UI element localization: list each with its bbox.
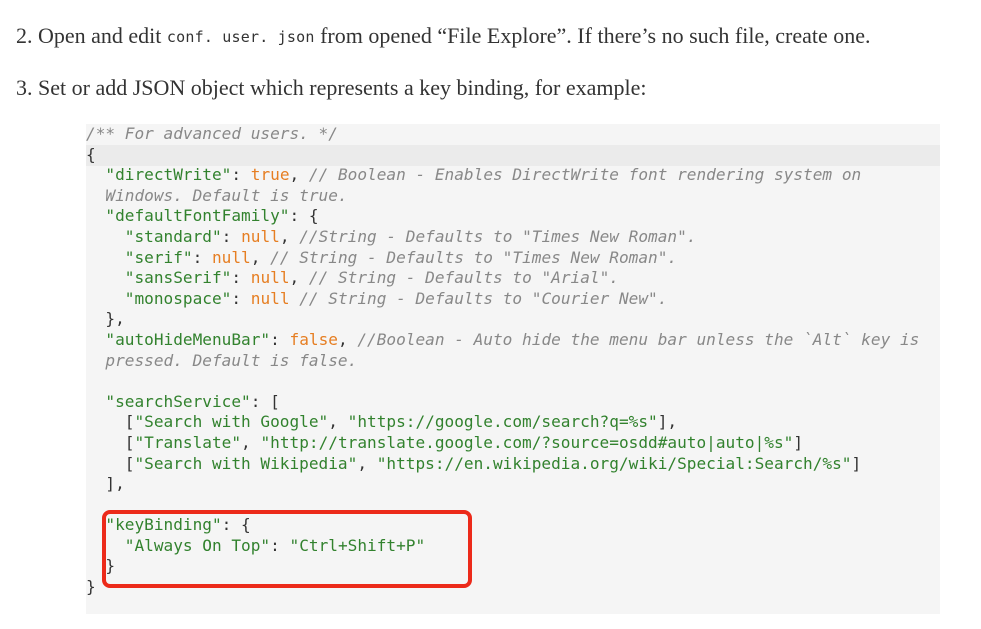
code-token: ]	[793, 432, 804, 452]
code-line: "serif": null, // String - Defaults to "…	[86, 248, 919, 269]
code-token: pressed. Default is false.	[86, 350, 358, 370]
step-2-prefix: 2. Open and edit	[16, 23, 167, 48]
code-token: // Boolean - Enables DirectWrite font re…	[308, 165, 862, 185]
code-token: /** For advanced users. */	[86, 124, 338, 143]
code-token: "https://google.com/search?q=%s"	[347, 412, 658, 432]
code-token: false	[289, 329, 338, 349]
code-token: : {	[289, 206, 319, 226]
config-filename: conf. user. json	[166, 28, 315, 46]
code-token: ]	[851, 453, 862, 473]
code-line: ​	[86, 371, 919, 392]
code-line: "monospace": null // String - Defaults t…	[86, 289, 919, 310]
code-token: {	[86, 144, 96, 164]
code-token: [	[86, 432, 135, 452]
code-token: :	[231, 268, 251, 288]
code-token: ],	[86, 474, 125, 494]
code-token: // String - Defaults to "Times New Roman…	[270, 247, 678, 267]
keybinding-highlight-box	[102, 510, 472, 588]
code-line: pressed. Default is false.	[86, 351, 919, 372]
code-token: ,	[241, 432, 261, 452]
code-token: "sansSerif"	[124, 268, 232, 288]
code-token: "defaultFontFamily"	[105, 206, 290, 226]
code-token: ,	[357, 453, 377, 473]
step-2-suffix: from opened “File Explore”. If there’s n…	[314, 23, 871, 48]
code-token: :	[270, 329, 290, 349]
code-line: },	[86, 309, 919, 330]
code-token: :	[231, 288, 251, 308]
code-line: ["Search with Wikipedia", "https://en.wi…	[86, 454, 919, 475]
code-line: "autoHideMenuBar": false, //Boolean - Au…	[86, 330, 919, 351]
code-token: [	[86, 412, 135, 432]
code-line: "searchService": [	[86, 392, 919, 413]
code-token: [	[86, 453, 135, 473]
code-token: },	[86, 309, 125, 329]
code-token: true	[250, 165, 290, 185]
code-token: :	[221, 226, 242, 246]
code-line: "standard": null, //String - Defaults to…	[86, 227, 919, 248]
code-token: "https://en.wikipedia.org/wiki/Special:S…	[376, 453, 852, 473]
code-token: "Translate"	[134, 432, 242, 452]
code-token: "Search with Google"	[134, 412, 329, 432]
code-token: Windows. Default is true.	[86, 185, 348, 205]
code-token: ,	[337, 329, 358, 349]
step-3-instruction: 3. Set or add JSON object which represen…	[16, 74, 647, 102]
code-line: "sansSerif": null, // String - Defaults …	[86, 268, 919, 289]
code-token: "serif"	[124, 247, 193, 267]
code-line: ["Translate", "http://translate.google.c…	[86, 433, 919, 454]
code-token: ],	[657, 412, 678, 432]
code-token: ,	[328, 412, 348, 432]
code-token: ,	[289, 165, 309, 185]
code-token: null	[211, 247, 251, 267]
code-token: "searchService"	[105, 391, 251, 411]
code-token: "monospace"	[124, 288, 232, 308]
code-token: ,	[250, 247, 271, 267]
code-token: "http://translate.google.com/?source=osd…	[260, 432, 794, 452]
code-token: "Search with Wikipedia"	[134, 453, 358, 473]
code-token: ,	[279, 226, 300, 246]
code-line: ],	[86, 474, 919, 495]
code-token: ,	[289, 268, 309, 288]
code-token: }	[86, 577, 96, 597]
code-line: "defaultFontFamily": {	[86, 206, 919, 227]
code-token: //Boolean - Auto hide the menu bar unles…	[357, 329, 920, 349]
step-3-text: 3. Set or add JSON object which represen…	[16, 75, 647, 100]
code-token: :	[192, 247, 212, 267]
code-token: // String - Defaults to "Arial".	[308, 268, 619, 288]
code-token: null	[241, 226, 280, 246]
code-line: {	[86, 145, 919, 166]
code-token: : [	[250, 391, 280, 411]
code-line: ["Search with Google", "https://google.c…	[86, 412, 919, 433]
code-token: //String - Defaults to "Times New Roman"…	[299, 226, 697, 246]
code-token: null	[250, 288, 290, 308]
step-2-instruction: 2. Open and edit conf. user. json from o…	[16, 22, 871, 52]
code-token: null	[250, 268, 290, 288]
code-token: "autoHideMenuBar"	[105, 329, 271, 349]
code-token: "standard"	[124, 226, 222, 246]
code-line: /** For advanced users. */	[86, 124, 919, 145]
code-line: "directWrite": true, // Boolean - Enable…	[86, 165, 919, 186]
code-token: // String - Defaults to "Courier New".	[299, 288, 668, 308]
code-token: :	[231, 165, 251, 185]
code-line: Windows. Default is true.	[86, 186, 919, 207]
code-token: "directWrite"	[105, 165, 232, 185]
